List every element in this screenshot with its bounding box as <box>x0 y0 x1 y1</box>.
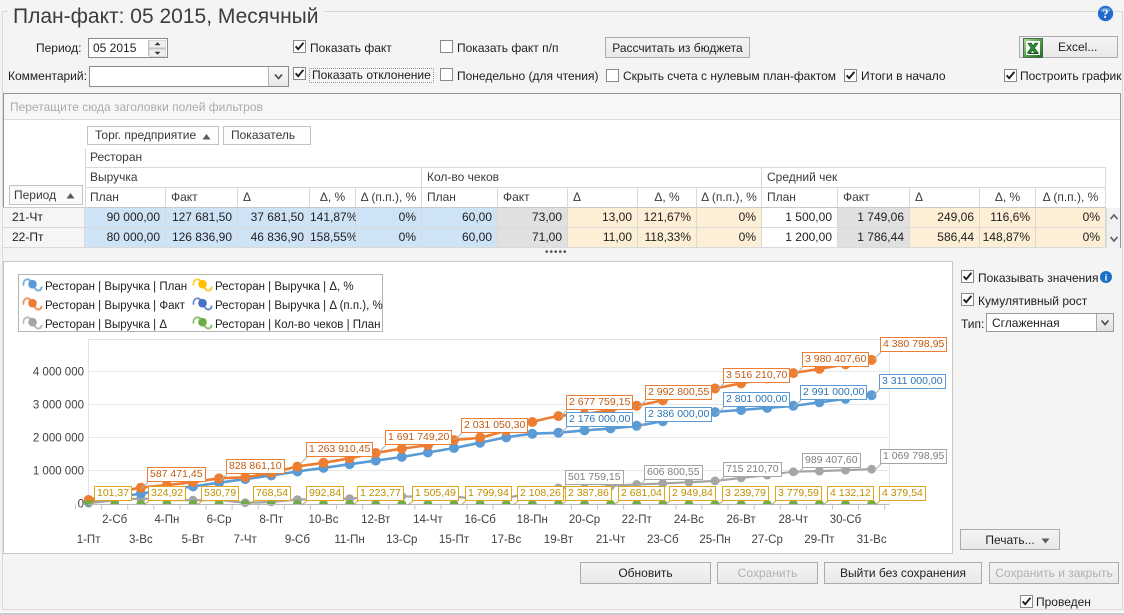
svg-text:4-Пн: 4-Пн <box>154 514 179 526</box>
svg-text:1 000 000: 1 000 000 <box>33 466 84 478</box>
svg-text:0: 0 <box>78 499 84 511</box>
svg-text:3-Вс: 3-Вс <box>129 534 153 546</box>
svg-text:6-Ср: 6-Ср <box>207 514 232 526</box>
svg-text:24-Вс: 24-Вс <box>674 514 704 526</box>
svg-text:11-Пн: 11-Пн <box>334 534 364 546</box>
svg-text:10-Вс: 10-Вс <box>308 514 338 526</box>
svg-text:17-Вс: 17-Вс <box>491 534 521 546</box>
svg-text:27-Ср: 27-Ср <box>752 534 783 546</box>
svg-text:22-Пт: 22-Пт <box>622 514 653 526</box>
svg-text:18-Пн: 18-Пн <box>517 514 548 526</box>
svg-text:26-Вт: 26-Вт <box>727 514 757 526</box>
svg-text:7-Чт: 7-Чт <box>234 534 258 546</box>
svg-text:2 000 000: 2 000 000 <box>33 433 84 445</box>
svg-text:1-Пт: 1-Пт <box>77 534 101 546</box>
svg-text:14-Чт: 14-Чт <box>413 514 443 526</box>
svg-text:13-Ср: 13-Ср <box>386 534 417 546</box>
svg-text:25-Пн: 25-Пн <box>699 534 730 546</box>
svg-text:31-Вс: 31-Вс <box>857 534 887 546</box>
svg-text:2-Сб: 2-Сб <box>102 514 128 526</box>
svg-text:16-Сб: 16-Сб <box>464 514 496 526</box>
svg-text:19-Вт: 19-Вт <box>544 534 574 546</box>
svg-text:3 000 000: 3 000 000 <box>33 400 84 412</box>
svg-text:9-Сб: 9-Сб <box>285 534 311 546</box>
svg-text:8-Пт: 8-Пт <box>259 514 283 526</box>
svg-text:12-Вт: 12-Вт <box>361 514 391 526</box>
svg-text:15-Пт: 15-Пт <box>439 534 470 546</box>
svg-text:28-Чт: 28-Чт <box>779 514 809 526</box>
svg-text:30-Сб: 30-Сб <box>830 514 862 526</box>
svg-text:20-Ср: 20-Ср <box>569 514 600 526</box>
svg-text:29-Пт: 29-Пт <box>804 534 835 546</box>
svg-text:21-Чт: 21-Чт <box>596 534 626 546</box>
svg-text:23-Сб: 23-Сб <box>647 534 679 546</box>
svg-text:4 000 000: 4 000 000 <box>33 367 84 379</box>
svg-text:5-Вт: 5-Вт <box>182 534 206 546</box>
